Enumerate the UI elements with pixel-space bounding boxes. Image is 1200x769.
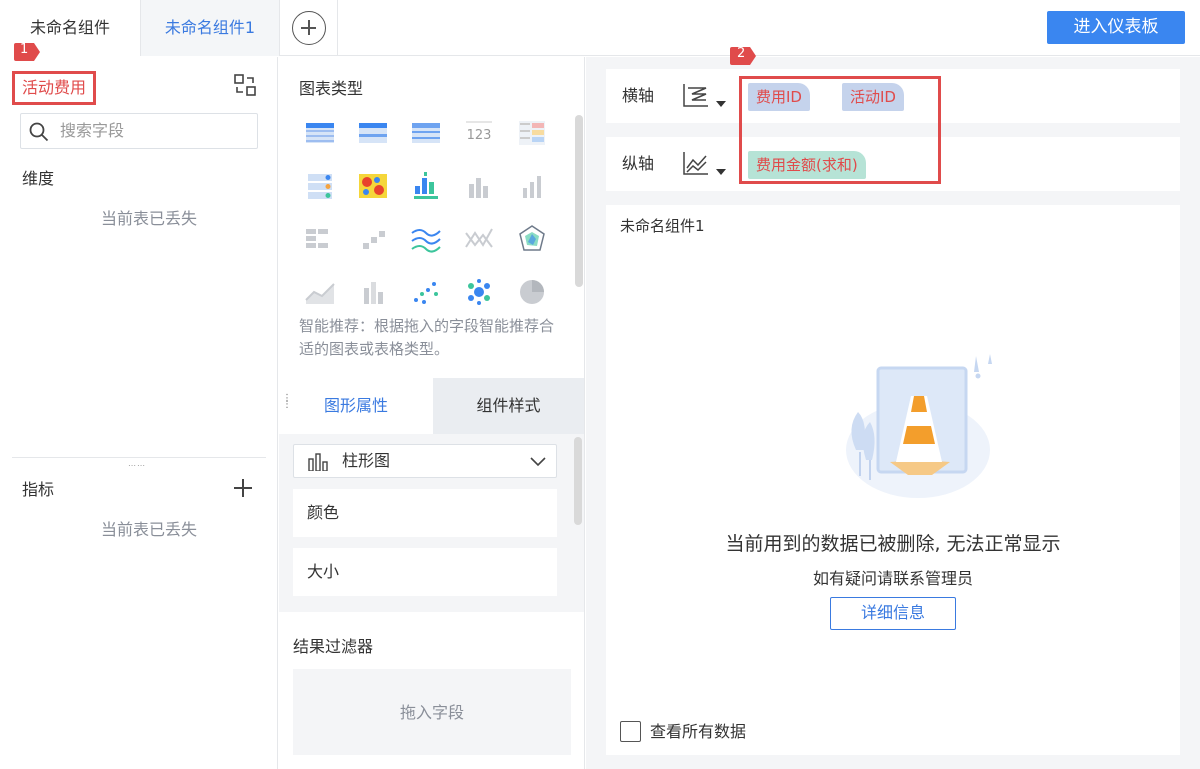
color-table-icon[interactable] xyxy=(516,117,548,149)
result-filter-title: 结果过滤器 xyxy=(293,637,374,656)
scatter-icon[interactable] xyxy=(410,276,442,308)
x-axis-icon[interactable] xyxy=(682,82,710,108)
axis-fields-highlight xyxy=(739,76,941,184)
pie-icon[interactable] xyxy=(516,276,548,308)
table-name-label[interactable]: 活动费用 xyxy=(12,71,96,105)
add-metric-icon[interactable] xyxy=(234,479,252,497)
drag-grip-icon[interactable]: ⋮ ⋮ xyxy=(282,394,292,410)
graph-properties-area: 柱形图 颜色 大小 xyxy=(279,434,584,612)
add-tab-button[interactable] xyxy=(280,0,338,56)
svg-text:123: 123 xyxy=(467,128,492,143)
error-sub-message: 如有疑问请联系管理员 xyxy=(812,569,973,588)
divider xyxy=(12,457,266,458)
chart-grid-scrollbar[interactable] xyxy=(575,115,583,287)
metric-empty-text: 当前表已丢失 xyxy=(100,520,197,539)
field-search-input[interactable]: 搜索字段 xyxy=(20,113,258,149)
result-filter-dropzone[interactable]: 拖入字段 xyxy=(293,669,571,755)
enter-dashboard-button[interactable]: 进入仪表板 xyxy=(1047,11,1185,44)
resize-handle[interactable]: ⋯⋯ xyxy=(128,461,146,470)
top-tab-bar: 未命名组件 未命名组件1 进入仪表板 xyxy=(0,0,1200,56)
y-axis-icon[interactable] xyxy=(682,150,710,176)
caret-down-icon[interactable] xyxy=(716,169,726,175)
search-placeholder: 搜索字段 xyxy=(60,121,125,140)
bar-grouped-icon[interactable] xyxy=(410,170,442,202)
chart-type-select[interactable]: 柱形图 xyxy=(293,444,557,478)
waterfall-icon[interactable] xyxy=(357,223,389,255)
table-cross-icon[interactable] xyxy=(410,117,442,149)
view-all-data-checkbox[interactable] xyxy=(620,721,641,742)
bar-small-icon[interactable] xyxy=(516,170,548,202)
tab-unnamed-component-1[interactable]: 未命名组件1 xyxy=(140,0,280,56)
component-title: 未命名组件1 xyxy=(620,217,705,235)
filter-placeholder: 拖入字段 xyxy=(399,703,464,722)
table-detail-icon[interactable] xyxy=(357,117,389,149)
multi-line-icon[interactable] xyxy=(410,223,442,255)
switch-table-icon[interactable] xyxy=(234,74,256,96)
area-icon[interactable] xyxy=(304,276,336,308)
chart-type-select-value: 柱形图 xyxy=(342,451,391,470)
view-all-data-label: 查看所有数据 xyxy=(650,722,747,741)
funnel-icon[interactable] xyxy=(304,223,336,255)
bar-icon[interactable] xyxy=(463,170,495,202)
properties-scrollbar[interactable] xyxy=(574,437,582,525)
bar-chart-icon xyxy=(308,453,328,471)
tab-graph-properties[interactable]: ⋮ ⋮ 图形属性 xyxy=(279,378,433,434)
tab-graph-properties-label: 图形属性 xyxy=(323,396,388,415)
smart-recommend-hint: 智能推荐：根据拖入的字段智能推荐合适的图表或表格类型。 xyxy=(299,317,555,358)
step-badge-1-label: 1 xyxy=(20,42,29,57)
stacked-bar-icon[interactable] xyxy=(357,276,389,308)
search-icon xyxy=(29,122,49,142)
x-axis-label: 横轴 xyxy=(622,86,655,105)
dimension-empty-text: 当前表已丢失 xyxy=(100,209,197,228)
field-panel: 活动费用 搜索字段 维度 当前表已丢失 ⋯⋯ 指标 当前表已丢失 xyxy=(0,57,278,769)
dimension-label: 维度 xyxy=(22,169,55,188)
chart-config-panel: 图表类型 123 智能推荐：根据拖入的字段智能推荐合适的图表或表格类型。 ⋮ ⋮ … xyxy=(279,57,585,769)
kpi-number-icon[interactable]: 123 xyxy=(463,117,495,149)
chart-type-title: 图表类型 xyxy=(299,79,364,98)
data-deleted-illustration xyxy=(846,354,992,498)
chevron-down-icon xyxy=(530,457,546,467)
step-badge-2-label: 2 xyxy=(737,46,746,61)
bubble-icon[interactable] xyxy=(463,276,495,308)
radar-icon[interactable] xyxy=(516,223,548,255)
y-axis-label: 纵轴 xyxy=(622,154,655,173)
plus-circle-icon xyxy=(292,11,326,45)
property-tabs: ⋮ ⋮ 图形属性 组件样式 xyxy=(279,378,584,434)
line-cross-icon[interactable] xyxy=(463,223,495,255)
tab-component-style[interactable]: 组件样式 xyxy=(433,378,584,434)
table-grouped-icon[interactable] xyxy=(304,117,336,149)
heatmap-icon[interactable] xyxy=(357,170,389,202)
chart-canvas: 未命名组件1 当前用到的数据已被删除, 无法正常显示 如有疑问请联系管理员 详细… xyxy=(606,205,1180,755)
metric-label: 指标 xyxy=(22,480,55,499)
error-message: 当前用到的数据已被删除, 无法正常显示 xyxy=(725,533,1061,555)
prop-size[interactable]: 大小 xyxy=(293,548,557,596)
indicator-card-icon[interactable] xyxy=(304,170,336,202)
detail-info-button[interactable]: 详细信息 xyxy=(830,597,956,630)
prop-color[interactable]: 颜色 xyxy=(293,489,557,537)
caret-down-icon[interactable] xyxy=(716,101,726,107)
